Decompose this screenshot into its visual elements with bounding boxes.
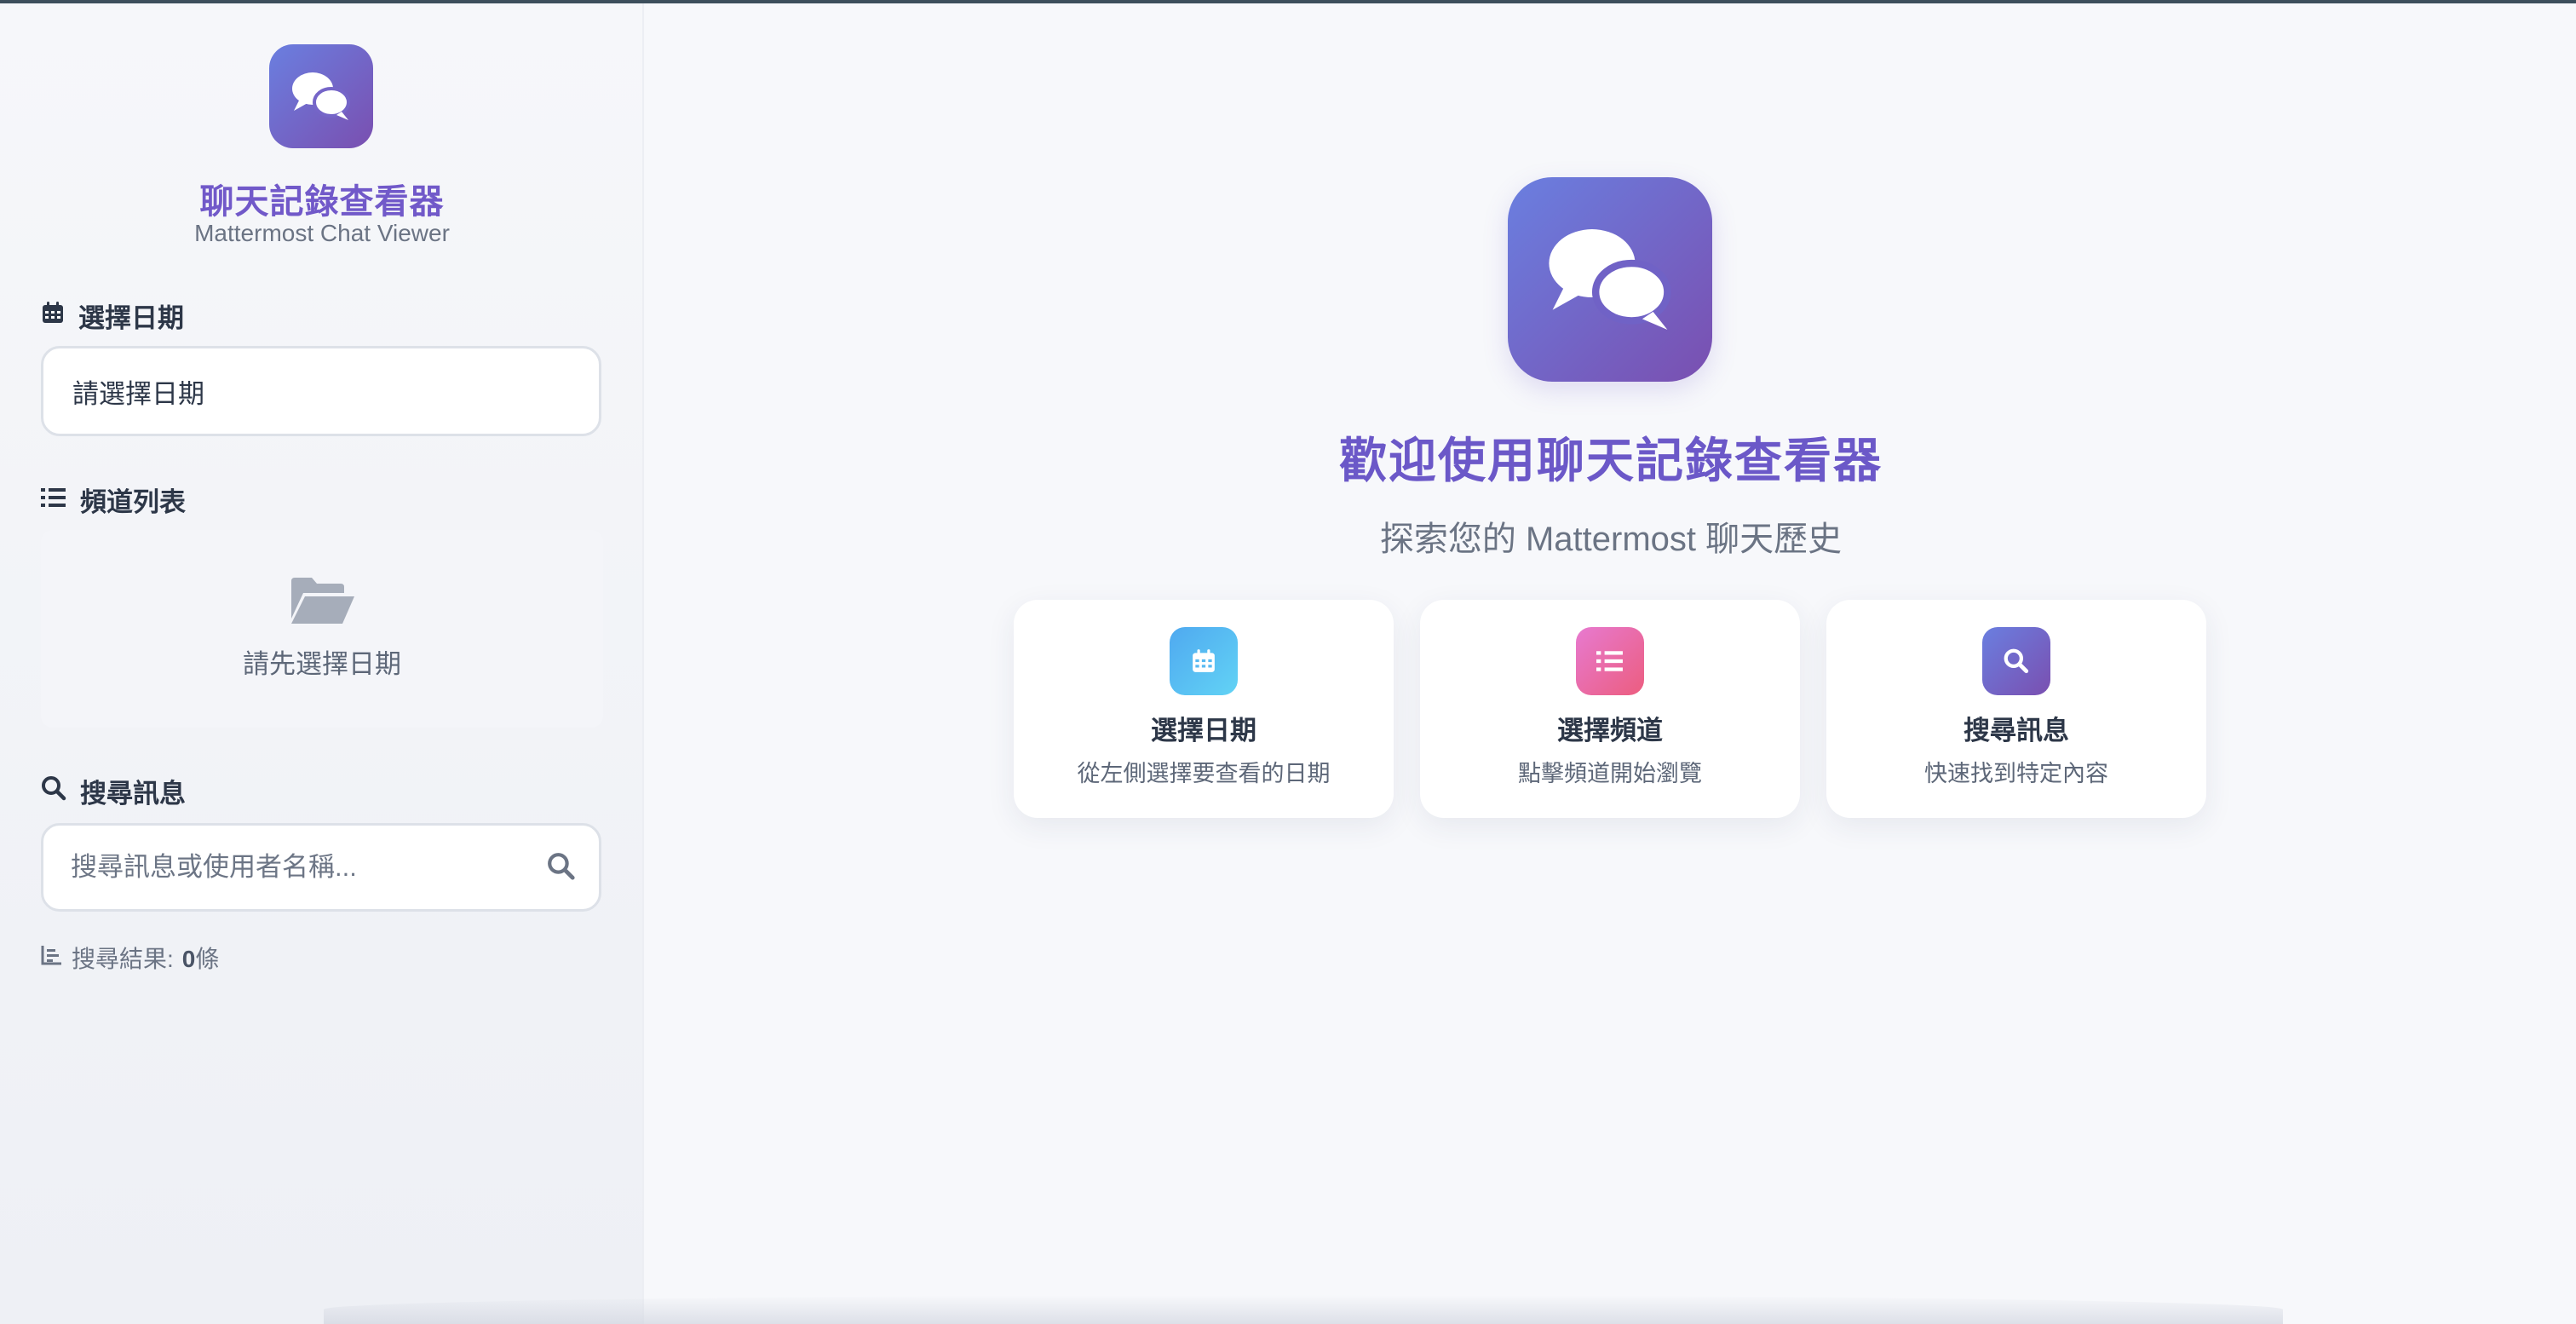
search-icon <box>1982 627 2050 695</box>
folder-open-icon <box>288 574 356 630</box>
date-section-title: 選擇日期 <box>78 303 184 333</box>
search-icon[interactable] <box>546 851 580 885</box>
feature-card-select-date[interactable]: 選擇日期 從左側選擇要查看的日期 <box>1014 600 1394 818</box>
chat-bubbles-icon <box>269 44 373 148</box>
search-box <box>41 823 601 912</box>
bottom-shadow <box>324 1295 2283 1324</box>
feature-card-title: 選擇頻道 <box>1557 716 1663 745</box>
list-icon <box>1576 627 1644 695</box>
channel-empty-message: 請先選擇日期 <box>243 649 401 679</box>
search-result-count: 搜尋結果: 0條 <box>41 941 219 975</box>
welcome-title: 歡迎使用聊天記錄查看器 <box>1339 434 1883 487</box>
feature-card-select-channel[interactable]: 選擇頻道 點擊頻道開始瀏覽 <box>1420 600 1800 818</box>
welcome-subtitle: 探索您的 Mattermost 聊天歷史 <box>1379 521 1843 558</box>
search-result-unit: 條 <box>195 946 220 972</box>
feature-card-search[interactable]: 搜尋訊息 快速找到特定內容 <box>1826 600 2206 818</box>
chart-bar-icon <box>41 944 63 972</box>
feature-card-desc: 快速找到特定內容 <box>1924 761 2108 786</box>
search-result-number: 0 <box>181 946 196 972</box>
feature-card-title: 選擇日期 <box>1151 716 1256 745</box>
search-result-label: 搜尋結果: <box>72 946 174 972</box>
search-section-label: 搜尋訊息 <box>41 772 186 810</box>
sidebar: 聊天記錄查看器 Mattermost Chat Viewer 選擇日期 請選擇日… <box>0 3 644 1324</box>
channel-list: 請先選擇日期 <box>41 530 603 728</box>
feature-card-title: 搜尋訊息 <box>1964 716 2069 745</box>
channel-section-label: 頻道列表 <box>41 481 186 519</box>
search-section-title: 搜尋訊息 <box>80 779 186 809</box>
list-icon <box>41 485 66 515</box>
channel-section-title: 頻道列表 <box>80 487 186 517</box>
feature-card-desc: 點擊頻道開始瀏覽 <box>1518 761 1702 786</box>
calendar-icon <box>41 301 65 331</box>
search-icon <box>41 775 66 808</box>
calendar-icon <box>1170 627 1238 695</box>
date-section-label: 選擇日期 <box>41 296 184 335</box>
chat-bubbles-icon <box>1508 177 1712 382</box>
app-subtitle: Mattermost Chat Viewer <box>194 220 450 246</box>
search-input[interactable] <box>71 826 531 909</box>
feature-card-desc: 從左側選擇要查看的日期 <box>1077 761 1331 786</box>
main-content: 歡迎使用聊天記錄查看器 探索您的 Mattermost 聊天歷史 選擇日期 從左… <box>646 3 2576 1324</box>
app-title: 聊天記錄查看器 <box>199 183 445 221</box>
date-picker-input[interactable]: 請選擇日期 <box>41 346 601 436</box>
